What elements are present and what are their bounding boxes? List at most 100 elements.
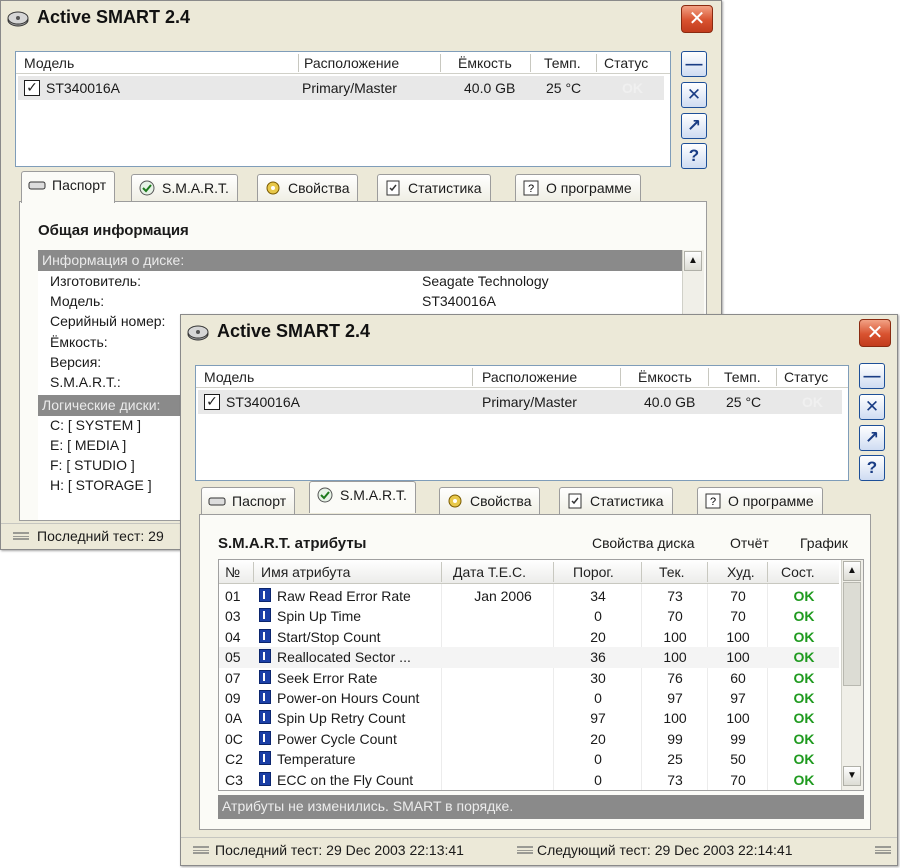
front-tab-statistics[interactable]: Статистика <box>559 487 673 515</box>
front-window: Active SMART 2.4 ✕ Модель Расположение Ё… <box>180 314 898 866</box>
drive-checkbox[interactable]: ✓ <box>24 80 40 96</box>
field-label: Ёмкость: <box>50 334 108 350</box>
last-test-text: Последний тест: 29 Dec 2003 22:13:41 <box>215 842 464 858</box>
back-drive-row[interactable]: ✓ ST340016A Primary/Master 40.0 GB 25 °C… <box>18 76 664 100</box>
front-tab-about[interactable]: ? О программе <box>697 487 823 515</box>
cell-worst: 100 <box>726 649 750 666</box>
col-id[interactable]: № <box>225 564 240 580</box>
col-current[interactable]: Тек. <box>659 564 685 580</box>
front-tab-properties[interactable]: Свойства <box>439 487 541 515</box>
back-tab-properties[interactable]: Свойства <box>257 174 359 202</box>
cell-state: OK <box>793 771 815 788</box>
front-window-close-button[interactable]: ✕ <box>859 319 891 347</box>
scroll-up-arrow[interactable]: ▲ <box>684 251 702 271</box>
group-disk-info: Информация о диске: <box>38 250 682 271</box>
col-location[interactable]: Расположение <box>304 55 399 71</box>
col-worst[interactable]: Худ. <box>727 564 755 580</box>
link-disk-properties[interactable]: Свойства диска <box>592 535 695 551</box>
col-temp[interactable]: Темп. <box>544 55 581 71</box>
table-row[interactable]: 01 Raw Read Error Rate Jan 2006 34 73 70 OK <box>219 586 839 606</box>
col-threshold[interactable]: Порог. <box>573 564 614 580</box>
cell-worst: 100 <box>726 710 750 727</box>
col-tec-date[interactable]: Дата T.E.C. <box>453 564 526 580</box>
cell-name: Start/Stop Count <box>277 628 381 645</box>
table-row[interactable]: 03 Spin Up Time 0 70 70 OK <box>219 606 839 626</box>
col-location[interactable]: Расположение <box>482 369 577 385</box>
drive-checkbox[interactable]: ✓ <box>204 394 220 410</box>
grip-icon <box>193 846 209 854</box>
attribute-info-icon <box>259 588 271 602</box>
scroll-up-arrow[interactable]: ▲ <box>843 561 861 581</box>
back-tab-passport[interactable]: Паспорт <box>21 171 116 203</box>
front-remove-button[interactable]: ✕ <box>859 394 885 420</box>
scroll-down-arrow[interactable]: ▼ <box>843 766 861 786</box>
front-drive-list[interactable]: Модель Расположение Ёмкость Темп. Статус… <box>195 365 849 481</box>
col-model[interactable]: Модель <box>24 55 74 71</box>
back-drive-list[interactable]: Модель Расположение Ёмкость Темп. Статус… <box>15 51 671 167</box>
table-row[interactable]: C2 Temperature 0 25 50 OK <box>219 749 839 769</box>
front-titlebar[interactable]: Active SMART 2.4 ✕ <box>181 315 897 349</box>
col-name[interactable]: Имя атрибута <box>261 564 350 580</box>
cell-worst: 50 <box>730 751 746 768</box>
back-tab-statistics[interactable]: Статистика <box>377 174 491 202</box>
table-row[interactable]: 07 Seek Error Rate 30 76 60 OK <box>219 668 839 688</box>
cell-name: Power-on Hours Count <box>277 690 420 706</box>
col-state[interactable]: Сост. <box>781 564 815 580</box>
smart-summary-message: Атрибуты не изменились. SMART в порядке. <box>218 795 864 819</box>
cell-worst: 70 <box>730 588 746 604</box>
cell-worst: 99 <box>730 730 746 747</box>
field-label: Модель: <box>50 293 105 309</box>
table-row[interactable]: C3 ECC on the Fly Count 0 73 70 OK <box>219 770 839 790</box>
back-window-close-button[interactable]: ✕ <box>681 5 713 33</box>
back-tab-about[interactable]: ? О программе <box>515 174 641 202</box>
front-minimize-button[interactable]: — <box>859 363 885 389</box>
cell-state: OK <box>793 669 815 686</box>
col-capacity[interactable]: Ёмкость <box>458 55 512 71</box>
cell-cur: 97 <box>667 690 683 706</box>
cell-state: OK <box>793 608 815 625</box>
col-status[interactable]: Статус <box>784 369 828 385</box>
field-label: Версия: <box>50 354 102 370</box>
cell-name: Spin Up Time <box>277 608 362 625</box>
scroll-thumb[interactable] <box>843 582 861 686</box>
front-export-button[interactable]: ↗ <box>859 425 885 451</box>
drive-icon <box>28 181 46 190</box>
smart-attributes-table[interactable]: № Имя атрибута Дата T.E.C. Порог. Тек. Х… <box>218 559 864 791</box>
cell-thr: 0 <box>594 751 602 768</box>
col-temp[interactable]: Темп. <box>724 369 761 385</box>
help-icon: ? <box>523 180 539 196</box>
col-status[interactable]: Статус <box>604 55 648 71</box>
smart-scrollbar[interactable]: ▲ ▼ <box>841 560 863 790</box>
back-tab-smart[interactable]: S.M.A.R.T. <box>131 174 238 202</box>
col-model[interactable]: Модель <box>204 369 254 385</box>
front-help-button[interactable]: ? <box>859 455 885 481</box>
cell-cur: 100 <box>663 710 687 727</box>
link-report[interactable]: Отчёт <box>730 535 769 551</box>
table-row[interactable]: 04 Start/Stop Count 20 100 100 OK <box>219 627 839 647</box>
cell-state: OK <box>793 730 815 747</box>
cell-state: OK <box>793 690 815 706</box>
volume-item: C: [ SYSTEM ] <box>50 417 142 433</box>
table-row[interactable]: 09 Power-on Hours Count 0 97 97 OK <box>219 688 839 708</box>
table-row[interactable]: 05 Reallocated Sector ... 36 100 100 OK <box>219 647 839 668</box>
front-drive-row[interactable]: ✓ ST340016A Primary/Master 40.0 GB 25 °C… <box>198 390 842 414</box>
link-graph[interactable]: График <box>800 535 848 551</box>
cell-id: 07 <box>225 669 241 686</box>
cell-cur: 100 <box>663 649 687 666</box>
col-capacity[interactable]: Ёмкость <box>638 369 692 385</box>
back-export-button[interactable]: ↗ <box>681 113 707 139</box>
cell-id: C2 <box>225 751 243 768</box>
table-row[interactable]: 0A Spin Up Retry Count 97 100 100 OK <box>219 708 839 728</box>
back-titlebar[interactable]: Active SMART 2.4 ✕ <box>1 1 721 35</box>
table-row[interactable]: 0C Power Cycle Count 20 99 99 OK <box>219 729 839 749</box>
cell-thr: 20 <box>590 628 606 645</box>
cell-name: Raw Read Error Rate <box>277 588 411 604</box>
cell-state: OK <box>793 588 815 604</box>
front-tab-passport[interactable]: Паспорт <box>201 487 296 515</box>
back-minimize-button[interactable]: — <box>681 51 707 77</box>
back-help-button[interactable]: ? <box>681 143 707 169</box>
gear-icon <box>448 494 462 508</box>
drive-capacity: 40.0 GB <box>464 80 516 96</box>
back-remove-button[interactable]: ✕ <box>681 82 707 108</box>
front-tab-smart[interactable]: S.M.A.R.T. <box>309 481 416 513</box>
